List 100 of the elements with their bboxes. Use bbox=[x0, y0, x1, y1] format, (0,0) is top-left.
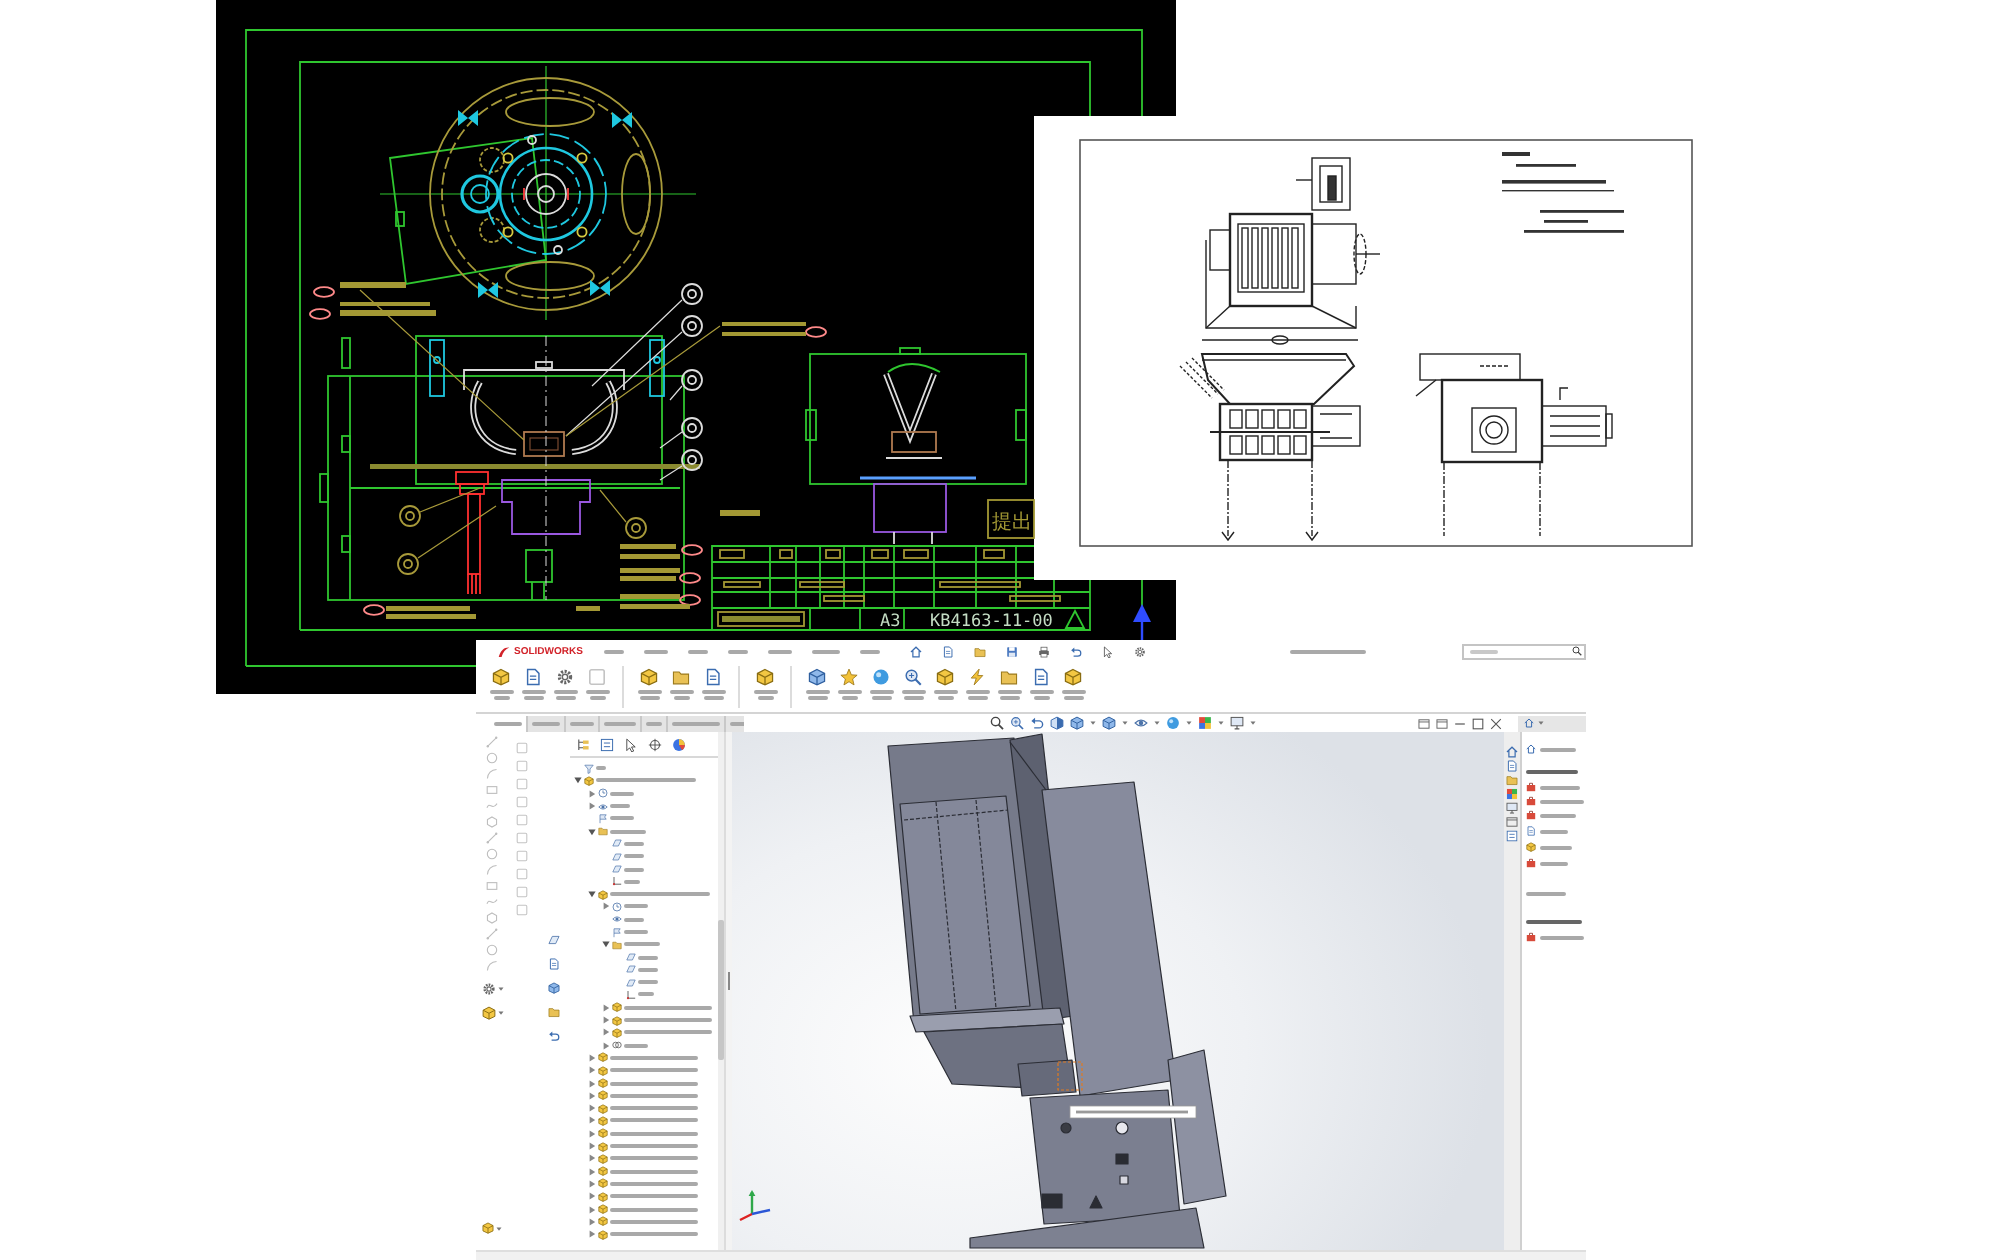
expander-arrow-icon[interactable] bbox=[588, 827, 596, 836]
cursor-arrow-icon[interactable] bbox=[1101, 645, 1114, 657]
expander-arrow-icon[interactable] bbox=[602, 902, 610, 911]
expander-arrow-icon[interactable] bbox=[588, 1230, 596, 1239]
curved-arrow-icon[interactable] bbox=[547, 1030, 559, 1042]
expander-arrow-icon[interactable] bbox=[588, 1129, 596, 1138]
search-field[interactable] bbox=[1462, 643, 1586, 659]
hexagon-icon[interactable] bbox=[486, 816, 498, 828]
close-icon[interactable] bbox=[1490, 717, 1502, 729]
window-icon[interactable] bbox=[1506, 816, 1518, 828]
wave-line-icon[interactable] bbox=[486, 800, 498, 812]
scrollbar-track[interactable] bbox=[718, 732, 724, 1250]
maximize-icon[interactable] bbox=[1472, 717, 1484, 729]
expander-arrow-icon[interactable] bbox=[574, 776, 582, 785]
arc-icon[interactable] bbox=[486, 864, 498, 876]
window-icon[interactable] bbox=[1436, 717, 1448, 729]
task-pane-link[interactable] bbox=[1526, 842, 1572, 852]
task-pane-link[interactable] bbox=[1526, 932, 1584, 942]
printer-icon[interactable] bbox=[1037, 645, 1050, 657]
line-icon[interactable] bbox=[486, 736, 498, 748]
line-icon[interactable] bbox=[486, 832, 498, 844]
page-icon[interactable] bbox=[1506, 760, 1518, 772]
search-icon[interactable] bbox=[990, 716, 1004, 730]
caret-icon[interactable] bbox=[1154, 720, 1160, 726]
arc-icon[interactable] bbox=[486, 768, 498, 780]
arc-icon[interactable] bbox=[486, 960, 498, 972]
home-icon[interactable] bbox=[1524, 718, 1534, 728]
caret-icon[interactable] bbox=[1218, 720, 1224, 726]
caret-icon[interactable] bbox=[497, 986, 503, 992]
gear-icon[interactable] bbox=[1133, 645, 1146, 657]
sectioned-cube-icon[interactable] bbox=[1050, 716, 1064, 730]
curved-arrow-icon[interactable] bbox=[1069, 645, 1082, 657]
caret-icon[interactable] bbox=[496, 1225, 502, 1231]
graphics-area[interactable] bbox=[732, 732, 1504, 1250]
crosshair-icon[interactable] bbox=[648, 737, 662, 751]
sphere-icon[interactable] bbox=[1166, 716, 1180, 730]
home-icon[interactable] bbox=[909, 645, 922, 657]
curved-arrow-icon[interactable] bbox=[1030, 716, 1044, 730]
expander-arrow-icon[interactable] bbox=[588, 1192, 596, 1201]
folder-icon[interactable] bbox=[547, 1006, 559, 1018]
caret-icon[interactable] bbox=[1122, 720, 1128, 726]
rectangle-icon[interactable] bbox=[486, 880, 498, 892]
circle-icon[interactable] bbox=[486, 944, 498, 956]
expander-arrow-icon[interactable] bbox=[588, 1205, 596, 1214]
minimize-icon[interactable] bbox=[1454, 717, 1466, 729]
caret-icon[interactable] bbox=[1186, 720, 1192, 726]
pie-chart-icon[interactable] bbox=[672, 737, 686, 751]
task-pane-link[interactable] bbox=[1526, 796, 1584, 806]
plane-icon[interactable] bbox=[547, 934, 559, 946]
expander-arrow-icon[interactable] bbox=[602, 1003, 610, 1012]
color-grid-icon[interactable] bbox=[1506, 788, 1518, 800]
expander-arrow-icon[interactable] bbox=[588, 1217, 596, 1226]
expander-arrow-icon[interactable] bbox=[588, 1116, 596, 1125]
caret-icon[interactable] bbox=[497, 1010, 503, 1016]
expander-arrow-icon[interactable] bbox=[588, 1079, 596, 1088]
tree-list-icon[interactable] bbox=[576, 737, 590, 751]
task-pane-link[interactable] bbox=[1526, 810, 1576, 820]
tab[interactable] bbox=[566, 715, 600, 731]
property-list-icon[interactable] bbox=[1506, 830, 1518, 842]
expander-arrow-icon[interactable] bbox=[602, 940, 610, 949]
monitor-icon[interactable] bbox=[1230, 716, 1244, 730]
page-icon[interactable] bbox=[941, 645, 954, 657]
expander-arrow-icon[interactable] bbox=[588, 1066, 596, 1075]
view-cube-icon[interactable] bbox=[1070, 716, 1084, 730]
floppy-disk-icon[interactable] bbox=[1005, 645, 1018, 657]
gear-icon[interactable] bbox=[481, 982, 495, 996]
page-icon[interactable] bbox=[547, 958, 559, 970]
view-cube-icon[interactable] bbox=[1102, 716, 1116, 730]
expander-arrow-icon[interactable] bbox=[588, 1091, 596, 1100]
expander-arrow-icon[interactable] bbox=[588, 789, 596, 798]
tab[interactable] bbox=[490, 715, 528, 731]
expander-arrow-icon[interactable] bbox=[588, 890, 596, 899]
view-cube-icon[interactable] bbox=[547, 982, 559, 994]
caret-icon[interactable] bbox=[1090, 720, 1096, 726]
window-icon[interactable] bbox=[1418, 717, 1430, 729]
caret-icon[interactable] bbox=[1250, 720, 1256, 726]
wave-line-icon[interactable] bbox=[486, 896, 498, 908]
tab[interactable] bbox=[528, 715, 566, 731]
home-icon[interactable] bbox=[1506, 746, 1518, 758]
task-pane-link[interactable] bbox=[1526, 826, 1568, 836]
task-pane-link[interactable] bbox=[1526, 744, 1576, 754]
folder-icon[interactable] bbox=[973, 645, 986, 657]
expander-arrow-icon[interactable] bbox=[588, 1104, 596, 1113]
circle-icon[interactable] bbox=[486, 848, 498, 860]
eye-icon[interactable] bbox=[1134, 716, 1148, 730]
folder-icon[interactable] bbox=[1506, 774, 1518, 786]
zoom-area-icon[interactable] bbox=[1010, 716, 1024, 730]
expander-arrow-icon[interactable] bbox=[588, 802, 596, 811]
expander-arrow-icon[interactable] bbox=[602, 1028, 610, 1037]
expander-arrow-icon[interactable] bbox=[588, 1053, 596, 1062]
expander-arrow-icon[interactable] bbox=[588, 1167, 596, 1176]
property-list-icon[interactable] bbox=[600, 737, 614, 751]
color-grid-icon[interactable] bbox=[1198, 716, 1212, 730]
expander-arrow-icon[interactable] bbox=[588, 1154, 596, 1163]
cursor-arrow-icon[interactable] bbox=[624, 737, 638, 751]
cube-icon[interactable] bbox=[481, 1006, 495, 1020]
expander-arrow-icon[interactable] bbox=[588, 1179, 596, 1188]
task-pane-link[interactable] bbox=[1526, 858, 1568, 868]
monitor-icon[interactable] bbox=[1506, 802, 1518, 814]
expander-arrow-icon[interactable] bbox=[602, 1041, 610, 1050]
